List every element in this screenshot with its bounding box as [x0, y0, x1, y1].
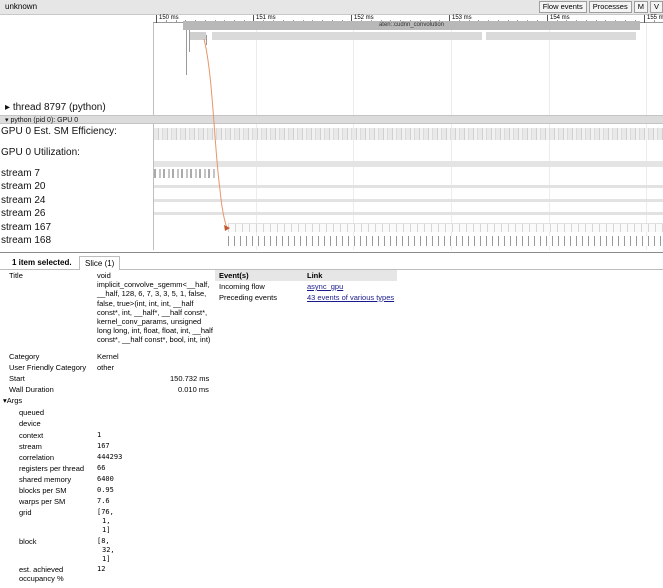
arg-value: 167: [97, 442, 110, 450]
column-header: Event(s): [219, 271, 249, 280]
arg-key: stream: [19, 442, 42, 451]
arg-key: grid: [19, 508, 32, 517]
events-table-header: Event(s) Link: [215, 270, 397, 281]
arg-value: 0.95: [97, 486, 114, 494]
table-row: Preceding events 43 events of various ty…: [215, 292, 397, 303]
wall-duration-value: 0.010 ms: [178, 385, 209, 394]
args-toggle[interactable]: ▾Args: [3, 396, 22, 405]
view-options-button[interactable]: V: [649, 1, 663, 13]
arg-value: 1]: [102, 555, 111, 563]
arg-value: 444293: [97, 453, 123, 461]
arg-key: occupancy %: [19, 574, 64, 583]
category-value: Kernel: [97, 352, 119, 361]
arg-key: block: [19, 537, 37, 546]
title-key: Title: [9, 271, 23, 280]
category-key: Category: [9, 352, 40, 361]
events-table: Event(s) Link Incoming flow async_gpu Pr…: [215, 270, 397, 303]
arg-value: 1: [97, 431, 102, 439]
arg-value: 6400: [97, 475, 114, 483]
flow-events-button[interactable]: Flow events: [538, 1, 587, 13]
user-category-key: User Friendly Category: [9, 363, 87, 372]
details-panel: 1 item selected. Slice (1) Title void im…: [0, 252, 663, 588]
table-row: Incoming flow async_gpu: [215, 281, 397, 292]
arg-value: 66: [97, 464, 106, 472]
arg-key: queued: [19, 408, 45, 417]
arg-key: correlation: [19, 453, 55, 462]
timeline-view[interactable]: 150 ms 151 ms 152 ms 153 ms 154 ms 155 m…: [0, 15, 663, 250]
wall-duration-key: Wall Duration: [9, 385, 54, 394]
slice-properties: Title void implicit_convolve_sgemm<__hal…: [0, 253, 215, 588]
arg-key: shared memory: [19, 475, 72, 484]
title-value: void implicit_convolve_sgemm<__half, __h…: [97, 271, 213, 345]
arg-value: 1]: [102, 526, 111, 534]
arg-value: 32,: [102, 546, 115, 554]
top-bar: unknown Flow events Processes M V: [0, 0, 663, 15]
arg-value: 7.6: [97, 497, 110, 505]
user-category-value: other: [97, 363, 115, 372]
arg-value: [76,: [97, 508, 114, 516]
arg-key: context: [19, 431, 44, 440]
incoming-flow-link[interactable]: async_gpu: [307, 282, 343, 291]
start-key: Start: [9, 374, 25, 383]
metadata-button[interactable]: M: [633, 1, 648, 13]
toolbar: Flow events Processes M V: [538, 1, 663, 13]
arg-key: registers per thread: [19, 464, 85, 473]
arg-key: est. achieved: [19, 565, 64, 574]
start-value[interactable]: 150.732 ms: [170, 374, 209, 383]
arg-key: device: [19, 419, 41, 428]
column-header: Link: [307, 271, 323, 280]
processes-button[interactable]: Processes: [588, 1, 632, 13]
preceding-events-link[interactable]: 43 events of various types: [307, 293, 394, 302]
event-name: Incoming flow: [219, 282, 265, 291]
arg-value: [8,: [97, 537, 110, 545]
arg-value: 12: [97, 565, 106, 573]
arg-value: 1,: [102, 517, 111, 525]
flow-arrow[interactable]: [0, 15, 663, 250]
arg-key: blocks per SM: [19, 486, 67, 495]
arg-key: warps per SM: [19, 497, 66, 506]
trace-title: unknown: [5, 2, 38, 11]
event-name: Preceding events: [219, 293, 277, 302]
